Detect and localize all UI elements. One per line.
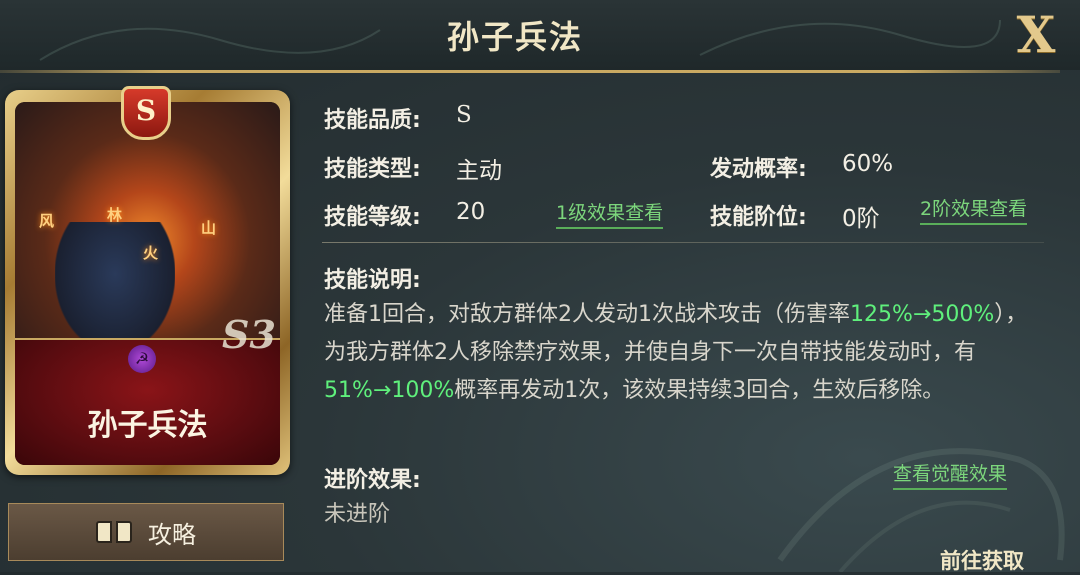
- grade-badge: S: [121, 86, 171, 140]
- advance-value: 未进阶: [324, 502, 391, 527]
- skill-description: 准备1回合，对敌方群体2人发动1次战术攻击（伤害率125%→500%），为我方群…: [324, 296, 1044, 410]
- guide-button[interactable]: 攻略: [8, 503, 284, 561]
- guide-label: 攻略: [148, 520, 196, 549]
- rank-label: 技能阶位:: [710, 205, 807, 230]
- section-divider: [322, 242, 1044, 243]
- rank-value: 0阶: [842, 206, 880, 232]
- card-frame: 风 林 火 山 孙子兵法: [15, 102, 280, 465]
- card-name: 孙子兵法: [87, 408, 208, 443]
- awaken-effect-link[interactable]: 查看觉醒效果: [893, 459, 1008, 490]
- card-glyph: 林: [107, 206, 123, 224]
- level-value: 20: [456, 199, 486, 225]
- advance-label: 进阶效果:: [324, 468, 421, 493]
- card-glyph: 火: [143, 244, 159, 262]
- desc-text: 准备1回合，对敌方群体2人发动1次战术攻击（伤害率: [324, 302, 850, 327]
- card-glyph: 山: [201, 219, 217, 237]
- card-glyph: 风: [39, 212, 55, 230]
- season-mark: S3: [222, 312, 276, 357]
- description-label: 技能说明:: [324, 268, 421, 293]
- level-effect-link[interactable]: 1级效果查看: [556, 198, 664, 229]
- book-icon: [96, 519, 132, 545]
- seal-icon: ☭: [128, 345, 156, 373]
- type-value: 主动: [456, 158, 502, 184]
- chance-label: 发动概率:: [710, 157, 807, 182]
- goto-obtain-link[interactable]: 前往获取: [940, 545, 1024, 575]
- type-label: 技能类型:: [324, 157, 421, 182]
- close-icon[interactable]: X: [1008, 8, 1064, 62]
- page-title: 孙子兵法: [446, 18, 583, 56]
- quality-value: S: [456, 102, 472, 128]
- desc-highlight: 125%→500%: [850, 302, 995, 327]
- header-divider: [0, 70, 1060, 73]
- quality-label: 技能品质:: [324, 108, 421, 133]
- skill-card: 风 林 火 山 孙子兵法: [5, 90, 290, 475]
- rank-effect-link[interactable]: 2阶效果查看: [920, 194, 1028, 225]
- chance-value: 60%: [842, 151, 894, 177]
- desc-highlight: 51%→100%: [324, 378, 455, 403]
- level-label: 技能等级:: [324, 205, 421, 230]
- desc-text: 概率再发动1次，该效果持续3回合，生效后移除。: [454, 378, 945, 403]
